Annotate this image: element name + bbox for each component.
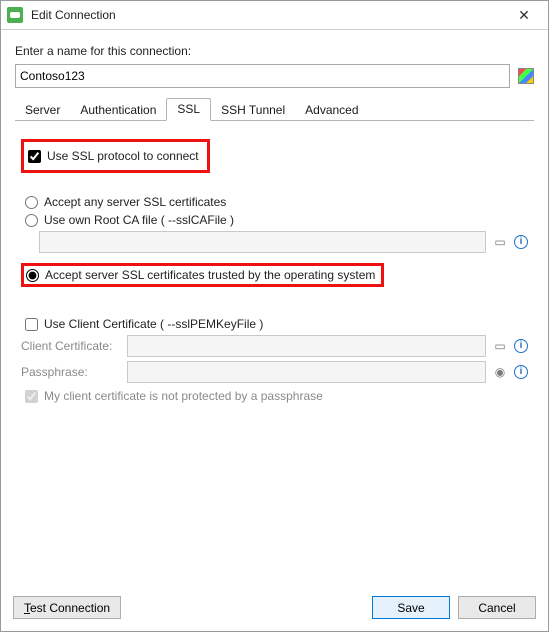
- browse-client-cert-icon[interactable]: ▭: [492, 338, 508, 354]
- not-protected-option: My client certificate is not protected b…: [25, 389, 528, 403]
- passphrase-label: Passphrase:: [21, 365, 121, 379]
- dialog-content: Enter a name for this connection: Server…: [1, 30, 548, 586]
- button-bar: Test Connection Save Cancel: [1, 586, 548, 631]
- browse-ca-file-icon[interactable]: ▭: [492, 234, 508, 250]
- close-button[interactable]: ✕: [506, 2, 542, 28]
- save-button[interactable]: Save: [372, 596, 450, 619]
- client-cert-info-icon[interactable]: i: [514, 339, 528, 353]
- use-ssl-checkbox[interactable]: [28, 150, 41, 163]
- titlebar: Edit Connection ✕: [1, 1, 548, 30]
- app-icon: [7, 7, 23, 23]
- tabstrip: Server Authentication SSL SSH Tunnel Adv…: [15, 98, 534, 121]
- tab-authentication[interactable]: Authentication: [70, 100, 166, 121]
- os-trusted-label: Accept server SSL certificates trusted b…: [45, 268, 375, 282]
- os-trusted-radio[interactable]: [26, 269, 39, 282]
- client-cert-label: Client Certificate:: [21, 339, 121, 353]
- highlight-os-trusted: Accept server SSL certificates trusted b…: [21, 263, 384, 287]
- not-protected-checkbox: [25, 390, 38, 403]
- use-own-ca-radio[interactable]: [25, 214, 38, 227]
- connection-name-input[interactable]: [15, 64, 510, 88]
- window-title: Edit Connection: [31, 8, 506, 22]
- show-passphrase-icon[interactable]: ◉: [492, 364, 508, 380]
- not-protected-label: My client certificate is not protected b…: [44, 389, 323, 403]
- name-prompt: Enter a name for this connection:: [15, 44, 534, 58]
- edit-connection-window: Edit Connection ✕ Enter a name for this …: [0, 0, 549, 632]
- highlight-use-ssl: Use SSL protocol to connect: [21, 139, 210, 173]
- passphrase-info-icon[interactable]: i: [514, 365, 528, 379]
- use-own-ca-option[interactable]: Use own Root CA file ( --sslCAFile ): [25, 213, 528, 227]
- use-own-ca-label: Use own Root CA file ( --sslCAFile ): [44, 213, 234, 227]
- os-trusted-option[interactable]: Accept server SSL certificates trusted b…: [26, 268, 375, 282]
- tab-ssh-tunnel[interactable]: SSH Tunnel: [211, 100, 295, 121]
- tab-advanced[interactable]: Advanced: [295, 100, 368, 121]
- passphrase-input: [127, 361, 486, 383]
- use-ssl-label: Use SSL protocol to connect: [47, 149, 199, 163]
- accept-any-option[interactable]: Accept any server SSL certificates: [25, 195, 528, 209]
- ca-file-input: [39, 231, 486, 253]
- cancel-button[interactable]: Cancel: [458, 596, 536, 619]
- use-client-cert-checkbox[interactable]: [25, 318, 38, 331]
- accept-any-label: Accept any server SSL certificates: [44, 195, 226, 209]
- use-ssl-option[interactable]: Use SSL protocol to connect: [28, 149, 199, 163]
- use-client-cert-label: Use Client Certificate ( --sslPEMKeyFile…: [44, 317, 263, 331]
- test-connection-button[interactable]: Test Connection: [13, 596, 121, 619]
- tab-ssl[interactable]: SSL: [166, 98, 211, 121]
- ssl-tab-body: Use SSL protocol to connect Accept any s…: [15, 121, 534, 586]
- client-cert-input: [127, 335, 486, 357]
- use-client-cert-option[interactable]: Use Client Certificate ( --sslPEMKeyFile…: [25, 317, 528, 331]
- tab-server[interactable]: Server: [15, 100, 70, 121]
- accept-any-radio[interactable]: [25, 196, 38, 209]
- ca-file-info-icon[interactable]: i: [514, 235, 528, 249]
- color-picker-icon[interactable]: [518, 68, 534, 84]
